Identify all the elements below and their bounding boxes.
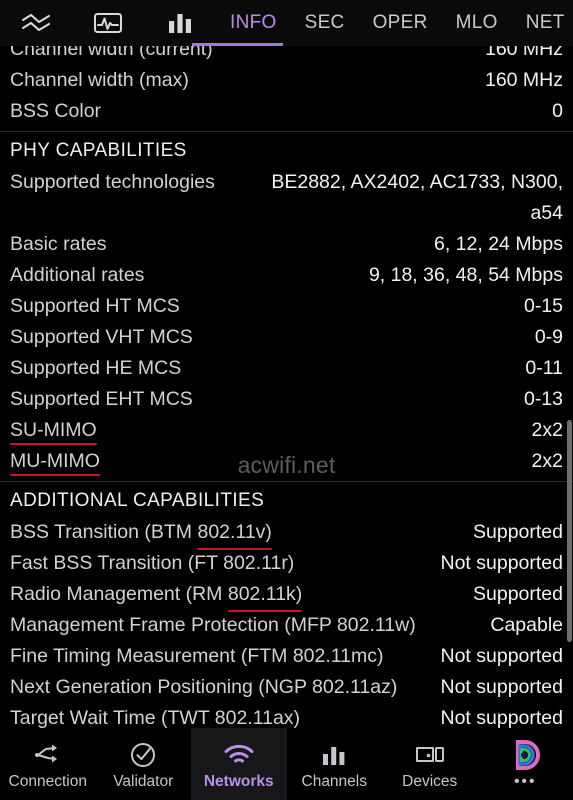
table-row: Channel width (max) 160 MHz — [0, 65, 573, 96]
row-label: Supported VHT MCS — [10, 326, 193, 348]
row-value: Supported — [473, 583, 563, 605]
row-label-highlight: 802.11k) — [227, 579, 303, 612]
row-value: 160 MHz — [484, 69, 563, 91]
nav-label: Validator — [113, 773, 174, 790]
section-header-phy: PHY CAPABILITIES — [0, 131, 573, 167]
table-row: Supported HE MCS 0-11 — [0, 353, 573, 384]
table-row: BSS Color 0 — [0, 96, 573, 127]
table-row: Basic rates 6, 12, 24 Mbps — [0, 229, 573, 260]
row-label: Supported technologies — [10, 171, 215, 193]
table-row: Next Generation Positioning (NGP 802.11a… — [0, 672, 573, 703]
nav-item-more[interactable]: ••• — [478, 728, 573, 800]
wifi-icon — [223, 741, 255, 769]
row-value: 9, 18, 36, 48, 54 Mbps — [368, 264, 563, 286]
devices-icon — [414, 741, 446, 769]
row-label: Supported EHT MCS — [10, 388, 193, 410]
row-label: Next Generation Positioning (NGP 802.11a… — [10, 676, 398, 698]
nav-label: Networks — [203, 773, 274, 790]
row-value: 0-15 — [523, 295, 563, 317]
app-root: INFO SEC OPER MLO NET Channel width (cur… — [0, 0, 573, 800]
nav-item-devices[interactable]: Devices — [382, 728, 478, 800]
row-label: Fast BSS Transition (FT 802.11r) — [10, 552, 295, 574]
connection-branch-icon — [33, 741, 63, 769]
row-label: Management Frame Protection (MFP 802.11w… — [10, 614, 416, 636]
bar-chart-icon — [321, 741, 347, 769]
line-chart-icon[interactable] — [0, 0, 72, 46]
row-value: 0 — [552, 100, 563, 122]
bar-chart-icon[interactable] — [144, 0, 216, 46]
section-header-additional: ADDITIONAL CAPABILITIES — [0, 481, 573, 517]
row-label: BSS Transition (BTM 802.11v) — [10, 517, 273, 550]
row-label: Supported HE MCS — [10, 357, 182, 379]
row-value: Not supported — [440, 552, 564, 574]
info-list: Channel width (current) 160 MHz Channel … — [0, 46, 573, 728]
top-tab-group: INFO SEC OPER MLO NET — [216, 12, 573, 34]
nav-item-networks[interactable]: Networks — [191, 728, 287, 800]
tab-mlo[interactable]: MLO — [442, 12, 512, 34]
nav-item-channels[interactable]: Channels — [287, 728, 383, 800]
row-value: Supported — [473, 521, 563, 543]
top-icon-group — [0, 0, 216, 46]
row-value: Not supported — [440, 707, 564, 728]
tab-net[interactable]: NET — [512, 12, 573, 34]
tab-info[interactable]: INFO — [216, 12, 291, 34]
table-row: BSS Transition (BTM 802.11v) Supported — [0, 517, 573, 550]
table-row: Supported VHT MCS 0-9 — [0, 322, 573, 353]
row-label: Additional rates — [10, 264, 145, 286]
row-label: Supported HT MCS — [10, 295, 180, 317]
row-value: 0-13 — [523, 388, 563, 410]
row-value: 2x2 — [531, 419, 563, 441]
row-value: Not supported — [440, 676, 564, 698]
nav-item-validator[interactable]: Validator — [96, 728, 192, 800]
row-value: 0-11 — [525, 357, 563, 379]
table-row: Target Wait Time (TWT 802.11ax) Not supp… — [0, 703, 573, 728]
row-label-su-mimo: SU-MIMO — [10, 415, 97, 446]
nav-label: Channels — [301, 773, 368, 790]
row-value: Capable — [490, 614, 563, 636]
nav-label: Devices — [402, 773, 458, 790]
row-label: BSS Color — [10, 100, 102, 122]
top-tab-bar: INFO SEC OPER MLO NET — [0, 0, 573, 46]
row-value: 160 MHz — [484, 46, 563, 60]
row-value: 6, 12, 24 Mbps — [434, 233, 563, 255]
vertical-scrollbar[interactable] — [567, 420, 572, 642]
row-label: Channel width (max) — [10, 69, 189, 91]
row-label: Channel width (current) — [10, 46, 213, 60]
table-row: Management Frame Protection (MFP 802.11w… — [0, 610, 573, 641]
row-value: 0-9 — [534, 326, 563, 348]
row-label-highlight: 802.11v) — [197, 517, 273, 550]
signal-waveform-icon[interactable] — [72, 0, 144, 46]
row-value: Not supported — [440, 645, 564, 667]
bottom-navigation-bar: Connection Validator Networks Channels D… — [0, 728, 573, 800]
table-row: Supported HT MCS 0-15 — [0, 291, 573, 322]
tab-oper[interactable]: OPER — [359, 12, 442, 34]
tab-sec[interactable]: SEC — [291, 12, 359, 34]
row-value: 2x2 — [531, 450, 563, 472]
nav-label: Connection — [8, 773, 87, 790]
nav-label-more: ••• — [514, 773, 537, 790]
table-row: Radio Management (RM 802.11k) Supported — [0, 579, 573, 612]
table-row: Supported EHT MCS 0-13 — [0, 384, 573, 415]
row-label-mu-mimo: MU-MIMO — [10, 446, 100, 477]
info-scroll-area[interactable]: Channel width (current) 160 MHz Channel … — [0, 46, 573, 728]
nav-item-connection[interactable]: Connection — [0, 728, 96, 800]
table-row: Fast BSS Transition (FT 802.11r) Not sup… — [0, 548, 573, 579]
table-row: Additional rates 9, 18, 36, 48, 54 Mbps — [0, 260, 573, 291]
table-row: SU-MIMO 2x2 — [0, 415, 573, 446]
row-label-text: BSS Transition (BTM — [10, 521, 198, 543]
table-row: Channel width (current) 160 MHz — [0, 46, 573, 65]
row-label: Radio Management (RM 802.11k) — [10, 579, 303, 612]
row-value: BE2882, AX2402, AC1733, N300, a54 — [271, 171, 563, 224]
row-label: Fine Timing Measurement (FTM 802.11mc) — [10, 645, 384, 667]
row-label: Target Wait Time (TWT 802.11ax) — [10, 707, 301, 728]
row-label-text: Radio Management (RM — [10, 583, 228, 605]
table-row: Supported technologies BE2882, AX2402, A… — [0, 167, 573, 229]
app-logo-icon — [508, 740, 542, 770]
table-row: MU-MIMO 2x2 — [0, 446, 573, 477]
row-label: Basic rates — [10, 233, 107, 255]
check-circle-icon — [129, 741, 157, 769]
table-row: Fine Timing Measurement (FTM 802.11mc) N… — [0, 641, 573, 672]
